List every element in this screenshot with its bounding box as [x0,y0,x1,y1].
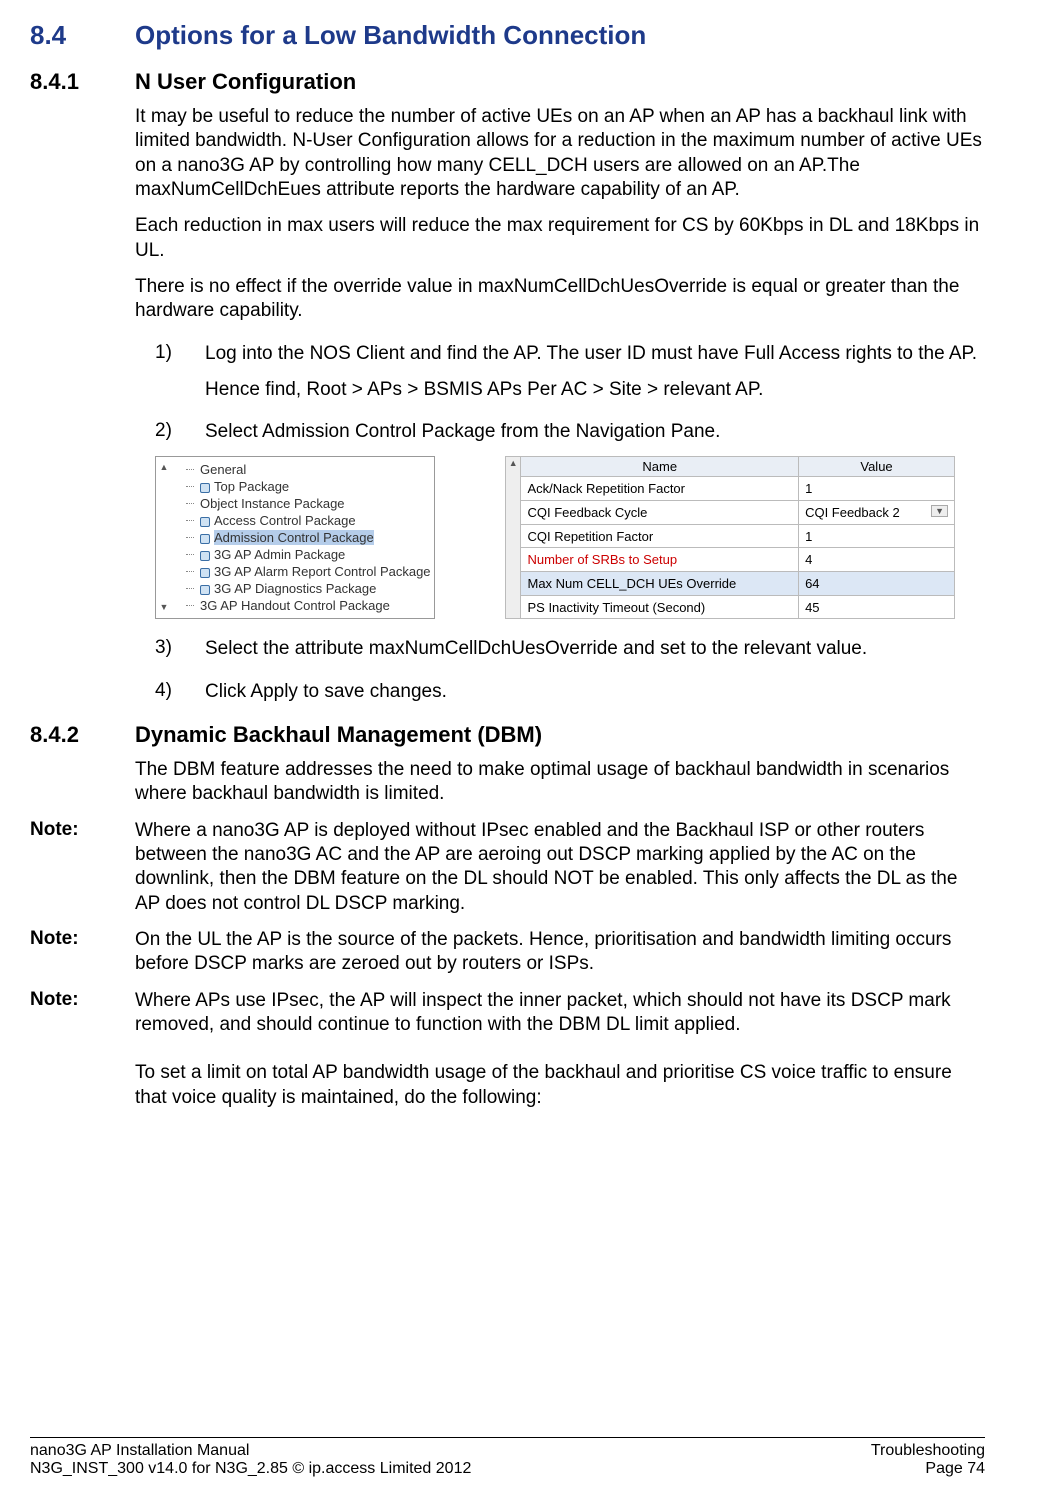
paragraph: It may be useful to reduce the number of… [135,105,985,202]
key-icon [200,483,210,493]
step-subtext: Hence find, Root > APs > BSMIS APs Per A… [205,378,985,402]
footer-page: Page 74 [871,1460,985,1478]
attr-name-cell: PS Inactivity Timeout (Second) [521,595,799,619]
key-icon [200,551,210,561]
attr-name-cell: Number of SRBs to Setup [521,548,799,572]
tree-item-label: General [200,462,246,477]
tree-item[interactable]: Object Instance Package [172,495,434,512]
tree-item[interactable]: Admission Control Package [172,529,434,546]
scroll-up-icon[interactable]: ▲ [509,457,518,470]
tree-item[interactable]: Top Package [172,478,434,495]
scroll-up-icon[interactable]: ▲ [160,463,169,472]
table-scrollbar[interactable]: ▲ [505,456,520,619]
note-text: On the UL the AP is the source of the pa… [135,928,985,977]
page-footer: nano3G AP Installation Manual N3G_INST_3… [30,1437,985,1478]
footer-doc-id: N3G_INST_300 v14.0 for N3G_2.85 © ip.acc… [30,1460,471,1478]
step-text: Click Apply to save changes. [205,680,447,704]
attribute-table: Name Value Ack/Nack Repetition Factor1CQ… [520,456,955,619]
screenshot-figure: ▲ ▼ General Top Package Object Instance Pa… [155,456,985,619]
table-row[interactable]: CQI Repetition Factor1 [521,524,955,548]
subsection-title: N User Configuration [135,69,356,95]
attribute-table-wrap: ▲ Name Value Ack/Nack Repetition Factor1… [505,456,955,619]
nav-tree: ▲ ▼ General Top Package Object Instance Pa… [155,456,435,619]
paragraph: The DBM feature addresses the need to ma… [135,758,985,807]
note-label: Note: [30,989,135,1038]
step-number: 1) [155,342,205,366]
note-label: Note: [30,928,135,977]
note-text: Where a nano3G AP is deployed without IP… [135,819,985,916]
step-text: Select Admission Control Package from th… [205,420,720,444]
table-row[interactable]: Max Num CELL_DCH UEs Override64 [521,572,955,596]
tree-item[interactable]: 3G AP Diagnostics Package [172,580,434,597]
attr-name-cell: Max Num CELL_DCH UEs Override [521,572,799,596]
table-row[interactable]: Ack/Nack Repetition Factor1 [521,477,955,501]
footer-doc-title: nano3G AP Installation Manual [30,1442,471,1460]
note-label: Note: [30,819,135,916]
section-number: 8.4 [30,20,135,51]
tree-item-label: Access Control Package [214,513,356,528]
subsection-title: Dynamic Backhaul Management (DBM) [135,722,542,748]
attr-value-cell[interactable]: 4 [799,548,955,572]
tree-item[interactable]: 3G AP Handout Control Package [172,597,434,614]
step-number: 3) [155,637,205,661]
note-text: Where APs use IPsec, the AP will inspect… [135,989,985,1038]
step-text: Log into the NOS Client and find the AP.… [205,342,977,366]
attr-value-cell[interactable]: CQI Feedback 2▼ [799,501,955,525]
key-icon [200,585,210,595]
table-row[interactable]: CQI Feedback CycleCQI Feedback 2▼ [521,501,955,525]
tree-item[interactable]: General [172,461,434,478]
key-icon [200,568,210,578]
tree-item-label: Object Instance Package [200,496,345,511]
table-row[interactable]: Number of SRBs to Setup4 [521,548,955,572]
key-icon [200,517,210,527]
subsection-number: 8.4.1 [30,69,135,95]
tree-item-label: 3G AP Handout Control Package [200,598,390,613]
tree-item[interactable]: 3G AP Alarm Report Control Package [172,563,434,580]
paragraph: There is no effect if the override value… [135,275,985,324]
tree-item-label: 3G AP Alarm Report Control Package [214,564,431,579]
subsection-number: 8.4.2 [30,722,135,748]
section-title: Options for a Low Bandwidth Connection [135,20,646,51]
tree-item-label: 3G AP Diagnostics Package [214,581,376,596]
key-icon [200,534,210,544]
attr-value-cell[interactable]: 1 [799,477,955,501]
tree-item-label: Top Package [214,479,289,494]
paragraph: Each reduction in max users will reduce … [135,214,985,263]
table-header-name: Name [521,457,799,477]
paragraph: To set a limit on total AP bandwidth usa… [135,1061,985,1110]
step-number: 4) [155,680,205,704]
attr-value-cell[interactable]: 45 [799,595,955,619]
chevron-down-icon[interactable]: ▼ [931,505,948,517]
step-text: Select the attribute maxNumCellDchUesOve… [205,637,867,661]
table-header-value: Value [799,457,955,477]
step-number: 2) [155,420,205,444]
tree-item-label: 3G AP Admin Package [214,547,345,562]
attr-name-cell: CQI Repetition Factor [521,524,799,548]
scroll-down-icon[interactable]: ▼ [160,603,169,612]
tree-item-label: Admission Control Package [214,530,374,545]
footer-section: Troubleshooting [871,1442,985,1460]
table-row[interactable]: PS Inactivity Timeout (Second)45 [521,595,955,619]
attr-name-cell: Ack/Nack Repetition Factor [521,477,799,501]
attr-name-cell: CQI Feedback Cycle [521,501,799,525]
attr-value-cell[interactable]: 64 [799,572,955,596]
tree-scrollbar[interactable]: ▲ ▼ [156,461,172,614]
attr-value-cell[interactable]: 1 [799,524,955,548]
tree-item[interactable]: 3G AP Admin Package [172,546,434,563]
tree-item[interactable]: Access Control Package [172,512,434,529]
